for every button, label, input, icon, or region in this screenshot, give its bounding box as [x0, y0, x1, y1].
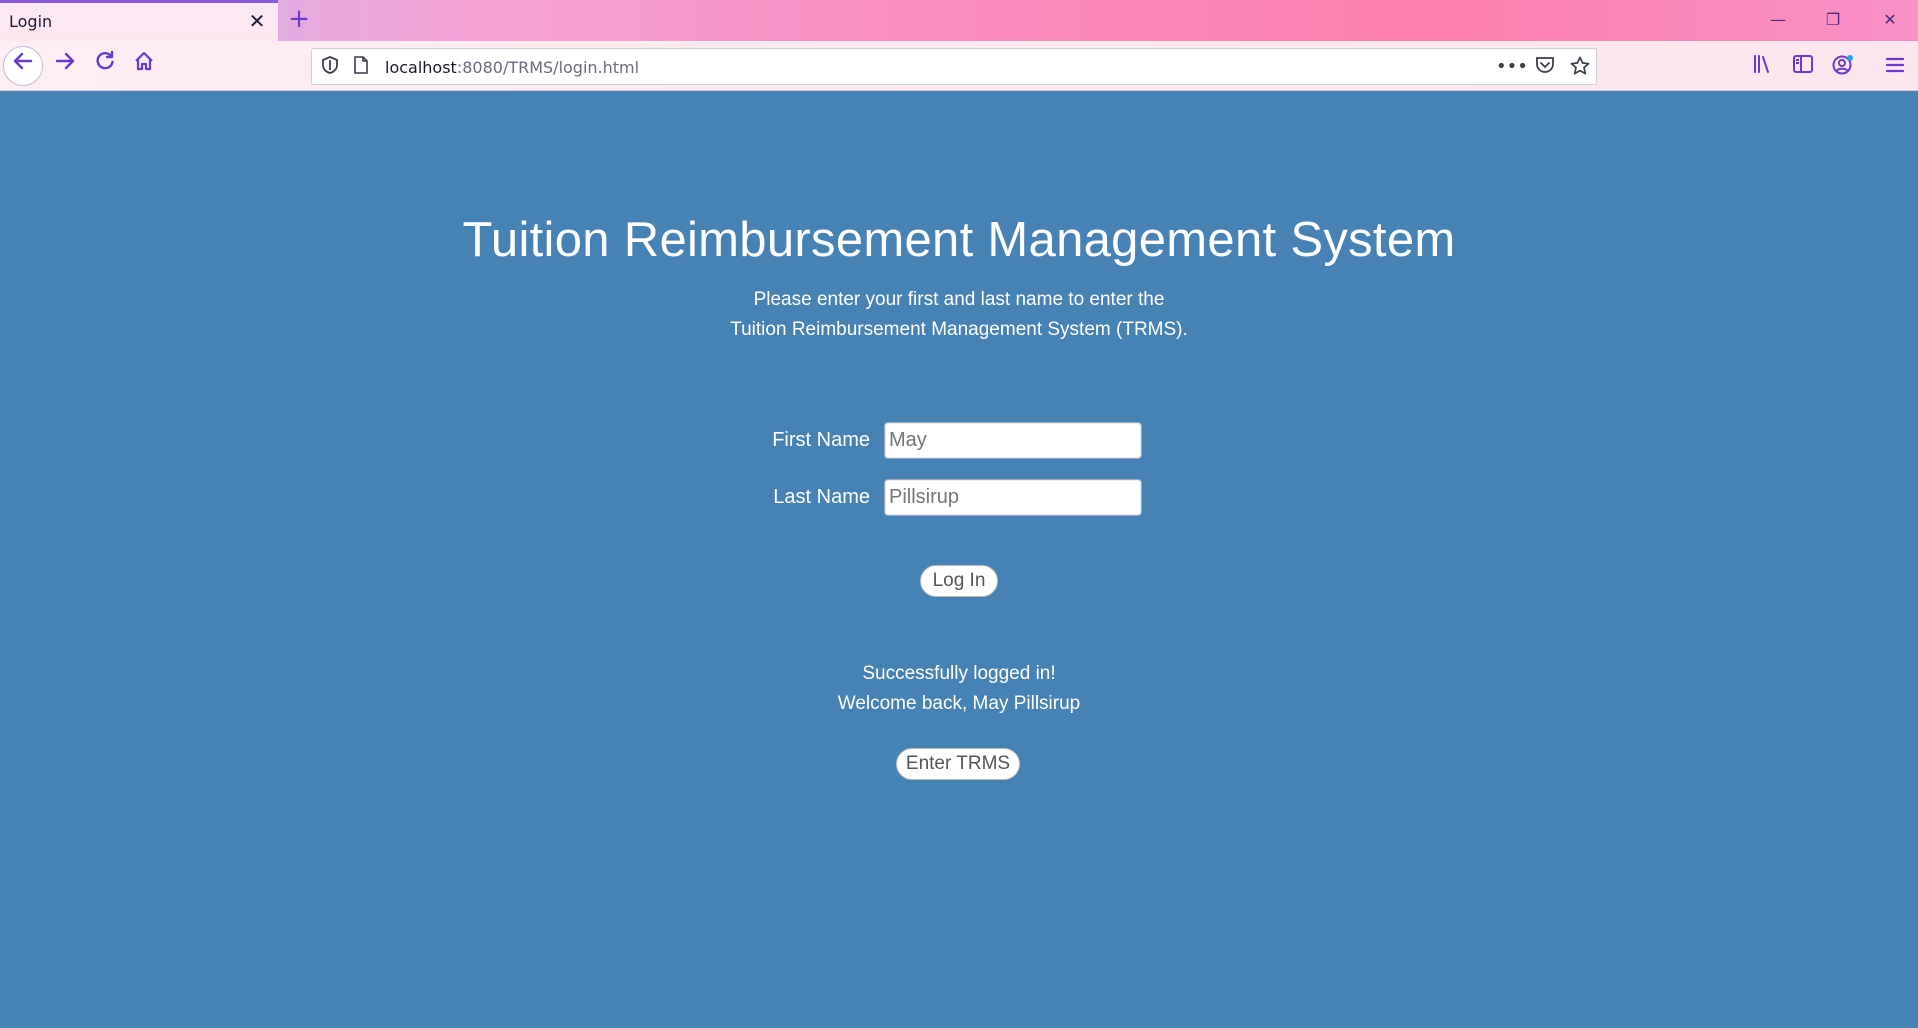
first-name-input[interactable]	[884, 422, 1142, 459]
url-bar[interactable]: localhost:8080/TRMS/login.html •••	[311, 48, 1597, 85]
success-message: Successfully logged in!	[862, 663, 1056, 684]
home-icon[interactable]	[125, 48, 163, 84]
page-title: Tuition Reimbursement Management System	[462, 213, 1456, 267]
hamburger-menu-icon[interactable]	[1881, 54, 1909, 80]
page-icon[interactable]	[350, 56, 372, 78]
browser-titlebar: Login ✕ + — ❐ ✕	[0, 0, 1918, 41]
minimize-icon[interactable]: —	[1758, 7, 1798, 33]
tracking-shield-icon[interactable]	[319, 56, 341, 78]
back-arrow-icon[interactable]	[3, 46, 43, 86]
login-page: Tuition Reimbursement Management System …	[0, 92, 1918, 1028]
more-dots-icon[interactable]: •••	[1496, 56, 1528, 78]
intro-line-1: Please enter your first and last name to…	[753, 289, 1165, 310]
url-host: localhost	[385, 58, 457, 77]
last-name-label: Last Name	[773, 486, 870, 508]
welcome-message: Welcome back, May Pillsirup	[837, 693, 1081, 714]
tab-close-icon[interactable]: ✕	[246, 9, 268, 33]
pocket-icon[interactable]	[1532, 56, 1558, 78]
first-name-row: First Name	[0, 422, 1918, 460]
close-window-icon[interactable]: ✕	[1870, 7, 1910, 33]
new-tab-icon[interactable]: +	[286, 5, 312, 33]
url-text[interactable]: localhost:8080/TRMS/login.html	[385, 58, 639, 77]
login-button[interactable]: Log In	[920, 565, 998, 597]
enter-trms-button[interactable]: Enter TRMS	[896, 748, 1020, 780]
sidebar-icon[interactable]	[1789, 54, 1817, 80]
intro-line-2: Tuition Reimbursement Management System …	[730, 319, 1188, 340]
tab-title: Login	[9, 12, 53, 31]
library-icon[interactable]	[1749, 54, 1777, 80]
intro-text: Please enter your first and last name to…	[0, 285, 1918, 345]
url-path: :8080/TRMS/login.html	[456, 58, 640, 77]
forward-arrow-icon[interactable]	[46, 48, 84, 84]
browser-tab[interactable]: Login ✕	[0, 0, 278, 41]
browser-toolbar: localhost:8080/TRMS/login.html •••	[0, 41, 1918, 91]
account-icon[interactable]	[1829, 54, 1857, 80]
bookmark-star-icon[interactable]	[1567, 56, 1593, 78]
last-name-input[interactable]	[884, 479, 1142, 516]
reload-icon[interactable]	[86, 48, 124, 84]
restore-icon[interactable]: ❐	[1813, 7, 1853, 33]
last-name-row: Last Name	[0, 479, 1918, 517]
first-name-label: First Name	[772, 429, 870, 451]
